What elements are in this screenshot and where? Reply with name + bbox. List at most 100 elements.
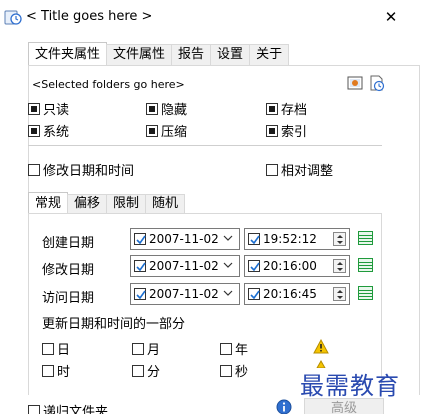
archive-box [266,102,278,115]
second-label: 秒 [235,365,249,380]
subtab-limit[interactable]: 限制 [106,194,147,214]
modify-datetime-checkbox[interactable]: 修改日期和时间 [28,160,134,179]
readonly-box [28,102,40,115]
indexed-checkbox[interactable]: 索引 [266,121,307,140]
tab-file-properties[interactable]: 文件属性 [106,44,173,66]
subtab-offset[interactable]: 偏移 [67,194,108,214]
readonly-checkbox[interactable]: 只读 [28,99,69,118]
day-checkbox[interactable]: 日 [42,339,70,358]
system-label: 系统 [43,125,70,140]
tab-report[interactable]: 报告 [171,44,212,66]
hour-label: 时 [57,365,71,380]
close-button[interactable]: ✕ [376,6,406,28]
info-icon[interactable] [276,399,292,414]
modified-time-spinner[interactable] [333,259,346,273]
accessed-date-picker[interactable]: 2007-11-02 [130,283,240,305]
check-icon [136,290,146,300]
created-date-check[interactable] [134,233,146,245]
chevron-down-icon [223,262,233,268]
minute-checkbox[interactable]: 分 [132,361,160,380]
indexed-box [266,124,278,137]
month-box [132,342,144,355]
window-title: < Title goes here > [26,9,153,24]
modify-datetime-box [28,163,40,176]
section-divider [28,145,382,146]
relative-adjust-label: 相对调整 [281,164,334,179]
system-checkbox[interactable]: 系统 [28,121,69,140]
sub-tab-bar: 常规 偏移 限制 随机 [28,192,186,214]
month-label: 月 [147,343,161,358]
accessed-time-spinner[interactable] [333,287,346,301]
accessed-date-label: 访问日期 [42,291,95,306]
chevron-down-icon [223,290,233,296]
archive-checkbox[interactable]: 存档 [266,99,307,118]
second-box [220,364,232,377]
indexed-label: 索引 [281,125,308,140]
modified-date-check[interactable] [134,260,146,272]
created-time-picker[interactable]: 19:52:12 [244,228,350,250]
hidden-label: 隐藏 [161,103,188,118]
subtab-general[interactable]: 常规 [28,192,69,214]
hidden-checkbox[interactable]: 隐藏 [146,99,187,118]
modified-time-picker[interactable]: 20:16:00 [244,255,350,277]
created-time-check[interactable] [248,233,260,245]
created-time-spinner[interactable] [333,232,346,246]
hidden-box [146,102,158,115]
selected-folders-label: <Selected folders go here> [32,78,185,91]
app-icon [4,10,22,25]
year-checkbox[interactable]: 年 [220,339,248,358]
year-box [220,342,232,355]
image-tool-icon[interactable] [346,74,364,92]
readonly-label: 只读 [43,103,70,118]
hour-checkbox[interactable]: 时 [42,361,70,380]
minute-box [132,364,144,377]
compressed-label: 压缩 [161,125,188,140]
chevron-down-icon [223,235,233,241]
second-checkbox[interactable]: 秒 [220,361,248,380]
modified-time-value: 20:16:00 [263,259,317,273]
grid-icon[interactable] [358,231,373,245]
check-icon [136,235,146,245]
update-part-label: 更新日期和时间的一部分 [42,317,186,332]
clock-file-icon[interactable] [368,74,386,92]
accessed-date-check[interactable] [134,288,146,300]
month-checkbox[interactable]: 月 [132,339,160,358]
created-date-label: 创建日期 [42,236,95,251]
tab-folder-properties[interactable]: 文件夹属性 [28,42,108,66]
compressed-box [146,124,158,137]
modified-time-check[interactable] [248,260,260,272]
system-box [28,124,40,137]
created-date-picker[interactable]: 2007-11-02 [130,228,240,250]
warning-icon [313,339,329,354]
recursive-folders-checkbox[interactable]: 递归文件夹 [28,401,108,414]
tab-settings[interactable]: 设置 [210,44,251,66]
relative-adjust-checkbox[interactable]: 相对调整 [266,160,333,179]
subtab-random[interactable]: 随机 [145,194,186,214]
year-label: 年 [235,343,249,358]
tab-about[interactable]: 关于 [249,44,290,66]
accessed-time-value: 20:16:45 [263,287,317,301]
check-icon [250,290,260,300]
archive-label: 存档 [281,103,308,118]
modify-datetime-label: 修改日期和时间 [43,164,135,179]
grid-icon[interactable] [358,286,373,300]
relative-adjust-box [266,163,278,176]
compressed-checkbox[interactable]: 压缩 [146,121,187,140]
watermark-text: 最需教育 [300,372,400,400]
minute-label: 分 [147,365,161,380]
accessed-date-value: 2007-11-02 [149,287,219,301]
modified-date-label: 修改日期 [42,263,95,278]
recursive-label: 递归文件夹 [43,405,109,414]
day-box [42,342,54,355]
recursive-box [28,404,40,414]
check-icon [250,262,260,272]
accessed-time-check[interactable] [248,288,260,300]
accessed-time-picker[interactable]: 20:16:45 [244,283,350,305]
modified-date-picker[interactable]: 2007-11-02 [130,255,240,277]
modified-date-value: 2007-11-02 [149,259,219,273]
grid-icon[interactable] [358,258,373,272]
created-time-value: 19:52:12 [263,232,317,246]
hour-box [42,364,54,377]
created-date-value: 2007-11-02 [149,232,219,246]
day-label: 日 [57,343,71,358]
